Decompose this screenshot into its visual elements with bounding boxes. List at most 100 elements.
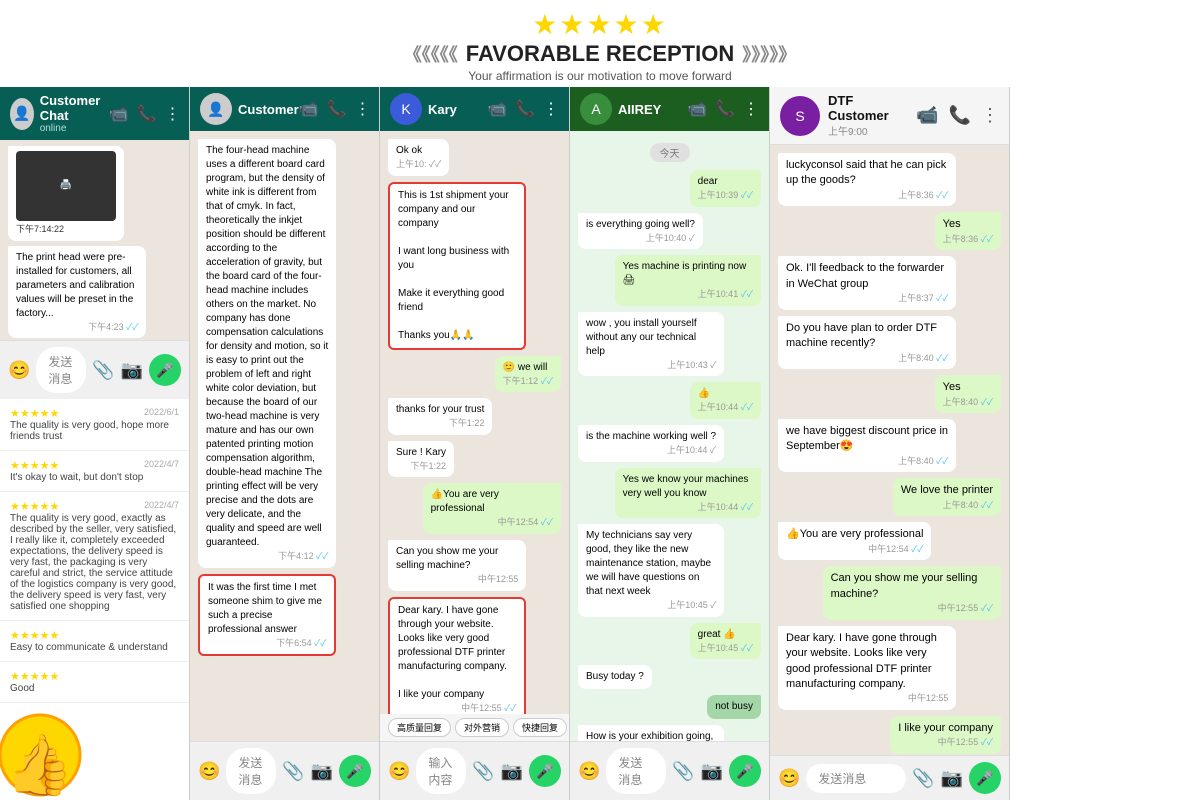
- msg-row: 👍You are very professional中午12:54 ✓✓: [778, 522, 1001, 560]
- bubble-highlighted: Dear kary. I have gone through your webs…: [388, 597, 526, 714]
- emoji-icon[interactable]: 😊: [578, 761, 600, 782]
- emoji-icon[interactable]: 😊: [388, 761, 410, 782]
- bubble: The four-head machine uses a different b…: [198, 139, 336, 568]
- attach-icon[interactable]: 📎: [92, 360, 114, 381]
- msg-row: The four-head machine uses a different b…: [198, 139, 371, 568]
- bubble: How is your exhibition going, are our ma…: [578, 725, 724, 741]
- panel5-footer: 😊 发送消息 📎 📷 🎤: [770, 755, 1009, 800]
- call-icon[interactable]: 📞: [715, 99, 735, 119]
- message-input[interactable]: 发送消息: [606, 748, 666, 794]
- send-button[interactable]: 🎤: [969, 762, 1001, 794]
- call-icon[interactable]: 📞: [515, 99, 535, 119]
- msg-row: Dear kary. I have gone through your webs…: [778, 626, 1001, 710]
- camera-icon[interactable]: 📷: [501, 761, 523, 782]
- menu-icon[interactable]: ⋮: [981, 105, 999, 126]
- attach-icon[interactable]: 📎: [472, 761, 494, 782]
- attach-icon[interactable]: 📎: [672, 761, 694, 782]
- send-button[interactable]: 🎤: [149, 354, 181, 386]
- message-input[interactable]: 发送消息: [806, 764, 906, 793]
- page-subtitle: Your affirmation is our motivation to mo…: [0, 69, 1200, 83]
- attach-icon[interactable]: 📎: [912, 768, 934, 789]
- quick-reply-chip[interactable]: 快捷回复: [513, 718, 567, 737]
- bubble: is everything going well?上午10:40 ✓: [578, 213, 703, 250]
- bubble: thanks for your trust下午1:22: [388, 398, 492, 435]
- message-input[interactable]: 发送消息: [36, 347, 86, 393]
- menu-icon[interactable]: ⋮: [165, 104, 181, 124]
- send-button[interactable]: 🎤: [529, 755, 561, 787]
- main-content: 👤 Customer Chat online 📹 📞 ⋮ 🖨️: [0, 87, 1200, 800]
- video-icon[interactable]: 📹: [299, 99, 319, 119]
- contact-name: DTF Customer: [828, 93, 908, 123]
- panel3-chat-body: Ok ok上午10: ✓✓ This is 1st shipment your …: [380, 131, 569, 714]
- quick-reply-chip[interactable]: 高质量回复: [388, 718, 451, 737]
- emoji-icon[interactable]: 😊: [8, 360, 30, 381]
- msg-row: thanks for your trust下午1:22: [388, 398, 561, 435]
- avatar: 👤: [10, 98, 34, 130]
- panel4-header: A AIIREY 📹 📞 ⋮: [570, 87, 769, 131]
- bubble: Yes上午8:36 ✓✓: [935, 212, 1001, 250]
- panel5-chat: S DTF Customer 上午9:00 📹 📞 ⋮ luckyconsol …: [770, 87, 1010, 800]
- bubble: Do you have plan to order DTF machine re…: [778, 316, 956, 369]
- review-text: It's okay to wait, but don't stop: [10, 472, 179, 483]
- review-text: Good: [10, 683, 179, 694]
- msg-row: It was the first time I met someone shim…: [198, 574, 371, 657]
- msg-row: wow , you install yourself without any o…: [578, 312, 761, 377]
- emoji-icon[interactable]: 😊: [778, 768, 800, 789]
- menu-icon[interactable]: ⋮: [743, 99, 759, 119]
- message-input[interactable]: 输入内容: [416, 748, 466, 794]
- right-arrows: 》》》》》: [742, 41, 796, 67]
- chat-image: 🖨️: [16, 151, 116, 221]
- msg-row: Busy today ?: [578, 665, 761, 689]
- bubble: 🖨️ 下午7:14:22: [8, 146, 124, 241]
- review-item: ★★★★★ Good: [0, 662, 189, 703]
- msg-row: We love the printer上午8:40 ✓✓: [778, 478, 1001, 516]
- video-icon[interactable]: 📹: [687, 99, 707, 119]
- call-icon[interactable]: 📞: [137, 104, 157, 124]
- camera-icon[interactable]: 📷: [311, 761, 333, 782]
- menu-icon[interactable]: ⋮: [543, 99, 559, 119]
- camera-icon[interactable]: 📷: [941, 768, 963, 789]
- msg-row: My technicians say very good, they like …: [578, 524, 761, 617]
- bubble-highlighted: This is 1st shipment your company and ou…: [388, 182, 526, 350]
- bubble: wow , you install yourself without any o…: [578, 312, 724, 377]
- msg-row: not busy: [578, 695, 761, 719]
- panel4-chat-body: 今天 dear上午10:39 ✓✓ is everything going we…: [570, 131, 769, 741]
- video-icon[interactable]: 📹: [916, 105, 938, 126]
- message-input[interactable]: 发送消息: [226, 748, 276, 794]
- msg-row: Yes we know your machines very well you …: [578, 468, 761, 519]
- msg-row: is the machine working well ?上午10:44 ✓: [578, 425, 761, 462]
- bubble: Can you show me your selling machine?中午1…: [823, 566, 1001, 619]
- review-date: 2022/4/7: [144, 500, 179, 510]
- bubble: Yes machine is printing now🖨上午10:41 ✓✓: [615, 255, 761, 306]
- bubble: We love the printer上午8:40 ✓✓: [893, 478, 1001, 516]
- send-button[interactable]: 🎤: [729, 755, 761, 787]
- send-button[interactable]: 🎤: [339, 755, 371, 787]
- call-icon[interactable]: 📞: [949, 105, 971, 126]
- panel1-chat-header: 👤 Customer Chat online 📹 📞 ⋮: [0, 87, 189, 140]
- bubble: Ok ok上午10: ✓✓: [388, 139, 449, 176]
- menu-icon[interactable]: ⋮: [355, 99, 371, 119]
- camera-icon[interactable]: 📷: [121, 360, 143, 381]
- video-icon[interactable]: 📹: [487, 99, 507, 119]
- attach-icon[interactable]: 📎: [282, 761, 304, 782]
- msg-row: Sure ! Kary下午1:22: [388, 441, 561, 478]
- review-stars: ★★★★★: [10, 460, 59, 472]
- emoji-icon[interactable]: 😊: [198, 761, 220, 782]
- chat-name: Kary: [428, 102, 457, 117]
- msg-row: I like your company中午12:55 ✓✓: [778, 716, 1001, 754]
- date-divider: 今天: [650, 143, 690, 162]
- quick-reply-bar: 高质量回复 对外营销 快捷回复: [380, 714, 569, 741]
- quick-reply-chip[interactable]: 对外营销: [455, 718, 509, 737]
- camera-icon[interactable]: 📷: [701, 761, 723, 782]
- avatar: 👤: [200, 93, 232, 125]
- msg-row: Do you have plan to order DTF machine re…: [778, 316, 1001, 369]
- call-icon[interactable]: 📞: [327, 99, 347, 119]
- header-icons[interactable]: 📹 📞 ⋮: [109, 104, 181, 124]
- review-item: ★★★★★2022/4/7 It's okay to wait, but don…: [0, 451, 189, 492]
- video-icon[interactable]: 📹: [109, 104, 129, 124]
- bubble: Yes we know your machines very well you …: [615, 468, 761, 519]
- panel5-chat-body: luckyconsol said that he can pick up the…: [770, 145, 1009, 755]
- msg-row: 🙂 we will下午1:12 ✓✓: [388, 356, 561, 393]
- panel2-footer: 😊 发送消息 📎 📷 🎤: [190, 741, 379, 800]
- chat-name: Customer: [238, 102, 299, 117]
